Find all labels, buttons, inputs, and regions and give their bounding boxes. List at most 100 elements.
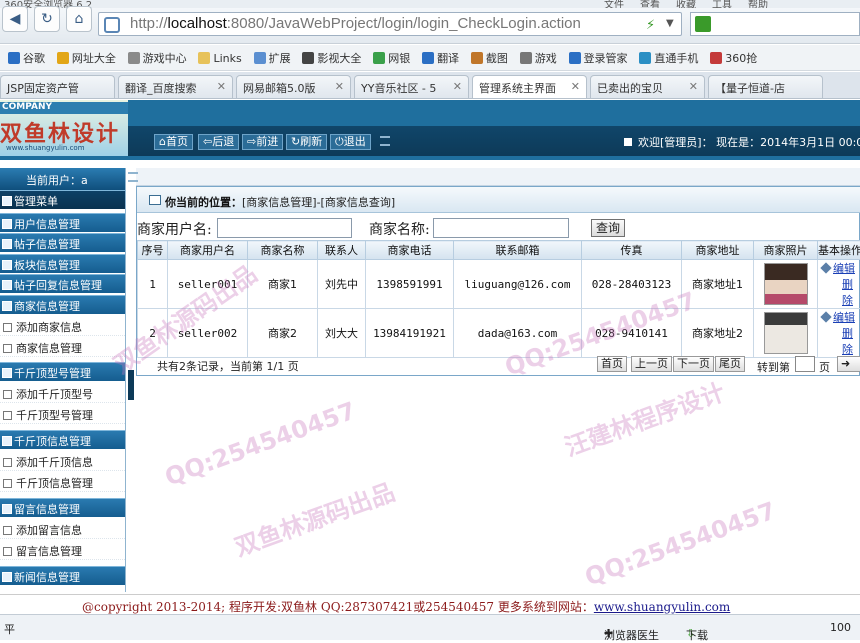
edit-link[interactable]: 编辑: [822, 260, 860, 276]
fav-games-center[interactable]: 游戏中心: [128, 50, 187, 66]
welcome-text: 欢迎[管理员]： 现在是：2014年3月1日 00:03: [624, 134, 860, 150]
header-toolbar: ⌂首页 ⇦后退 ⇨前进 ↻刷新 ⏻退出 欢迎[管理员]： 现在是：2014年3月…: [128, 126, 860, 156]
sidebar-item-manage-message[interactable]: 留言信息管理: [0, 540, 125, 560]
tab-bar: JSP固定资产管翻译_百度搜索✕网易邮箱5.0版✕YY音乐社区 - 5✕管理系统…: [0, 72, 860, 99]
pager: 共有2条记录，当前第 1/1 页 首页 上一页 下一页 尾页 转到第 页 ➜: [137, 353, 860, 375]
menu-lines-icon: [380, 136, 390, 146]
sidebar-group-board[interactable]: 板块信息管理: [0, 254, 125, 273]
lightning-icon[interactable]: ⚡: [646, 18, 655, 33]
sidebar-group-reply[interactable]: 帖子回复信息管理: [0, 274, 125, 293]
goto-page-input[interactable]: [795, 356, 815, 372]
logo-url: www.shuangyulin.com: [6, 144, 85, 152]
sidebar-item-add-jack-info[interactable]: 添加千斤顶信息: [0, 451, 125, 471]
fav-360[interactable]: 360抢: [710, 50, 757, 66]
back-arrow-icon: ◀: [10, 11, 21, 27]
watermark: 汪建林程序设计: [559, 372, 729, 462]
delete-link[interactable]: 删除: [822, 276, 860, 308]
logout-button[interactable]: ⏻退出: [330, 134, 371, 150]
tab-3[interactable]: YY音乐社区 - 5✕: [354, 75, 469, 99]
cell-phone: 13984191921: [366, 309, 454, 358]
browser-title-bar: 360安全浏览器 6.2 文件 查看 收藏 工具 帮助: [0, 0, 860, 8]
goto-label: 转到第: [757, 359, 790, 375]
username-input[interactable]: [217, 218, 352, 238]
sidebar-group-jack-model[interactable]: 千斤顶型号管理: [0, 362, 125, 381]
fav-extensions[interactable]: 扩展: [254, 50, 291, 66]
last-page-button[interactable]: 尾页: [715, 356, 745, 372]
sidebar-group-user[interactable]: 用户信息管理: [0, 213, 125, 232]
prev-page-button[interactable]: 上一页: [631, 356, 672, 372]
refresh-nav-button[interactable]: ↻刷新: [286, 134, 327, 150]
fav-phone[interactable]: 直通手机: [639, 50, 698, 66]
back-nav-button[interactable]: ⇦后退: [198, 134, 239, 150]
close-icon[interactable]: ✕: [335, 80, 344, 93]
next-page-button[interactable]: 下一页: [673, 356, 714, 372]
search-box[interactable]: [690, 12, 860, 36]
url-dropdown-icon[interactable]: ▼: [666, 18, 674, 29]
tab-6[interactable]: 【量子恒道-店: [708, 75, 823, 99]
col-photo: 商家照片: [754, 241, 818, 260]
zoom-level[interactable]: 100: [830, 621, 851, 634]
edit-link[interactable]: 编辑: [822, 309, 860, 325]
table-row: 2 seller002 商家2 刘大大 13984191921 dada@163…: [138, 309, 860, 358]
close-icon[interactable]: ✕: [453, 80, 462, 93]
fav-google[interactable]: 谷歌: [8, 50, 45, 66]
tab-0[interactable]: JSP固定资产管: [0, 75, 115, 99]
sidebar-item-add-seller[interactable]: 添加商家信息: [0, 316, 125, 336]
sidebar-group-post[interactable]: 帖子信息管理: [0, 233, 125, 252]
close-icon[interactable]: ✕: [217, 80, 226, 93]
go-button[interactable]: ➜: [837, 356, 860, 372]
home-button[interactable]: ⌂: [66, 6, 92, 32]
sidebar-item-manage-seller[interactable]: 商家信息管理: [0, 337, 125, 357]
cell-fax: 028-9410141: [582, 309, 682, 358]
sidebar-group-message[interactable]: 留言信息管理: [0, 498, 125, 517]
sidebar-group-seller[interactable]: 商家信息管理: [0, 295, 125, 314]
close-icon[interactable]: ✕: [689, 80, 698, 93]
tab-4[interactable]: 管理系统主界面✕: [472, 75, 587, 99]
sidebar-group-jack-info[interactable]: 千斤顶信息管理: [0, 430, 125, 449]
fav-bank[interactable]: 网银: [373, 50, 410, 66]
sidebar-item-add-jack-model[interactable]: 添加千斤顶型号: [0, 383, 125, 403]
query-button[interactable]: 查询: [591, 219, 625, 237]
url-prefix: http://: [130, 15, 168, 32]
sidebar-item-manage-jack-model[interactable]: 千斤顶型号管理: [0, 404, 125, 424]
sidebar-group-news[interactable]: 新闻信息管理: [0, 566, 125, 585]
watermark: QQ:254540457: [161, 397, 359, 492]
seller-name-input[interactable]: [433, 218, 569, 238]
fav-video[interactable]: 影视大全: [302, 50, 361, 66]
sidebar-item-manage-jack-info[interactable]: 千斤顶信息管理: [0, 472, 125, 492]
copyright-text: @copyright 2013-2014; 程序开发:双鱼林 QQ:287307…: [82, 600, 594, 614]
sidebar: 当前用户：a 管理菜单 用户信息管理 帖子信息管理 板块信息管理 帖子回复信息管…: [0, 168, 125, 592]
fav-screenshot[interactable]: 截图: [471, 50, 508, 66]
back-button[interactable]: ◀: [2, 6, 28, 32]
current-user-label: 当前用户：a: [26, 174, 88, 187]
url-host: localhost: [168, 15, 227, 32]
fav-sites[interactable]: 网址大全: [57, 50, 116, 66]
watermark: 双鱼林源码出品: [229, 472, 399, 562]
breadcrumb: 你当前的位置：[商家信息管理]-[商家信息查询]: [137, 187, 860, 213]
first-page-button[interactable]: 首页: [597, 356, 627, 372]
tab-1[interactable]: 翻译_百度搜索✕: [118, 75, 233, 99]
tab-5[interactable]: 已卖出的宝贝✕: [590, 75, 705, 99]
refresh-icon: ↻: [41, 11, 53, 27]
cell-no: 2: [138, 309, 168, 358]
url-text[interactable]: http://localhost:8080/JavaWebProject/log…: [130, 15, 581, 32]
close-icon[interactable]: ✕: [571, 80, 580, 93]
pencil-icon: [820, 311, 831, 322]
sidebar-toggle[interactable]: [128, 370, 134, 400]
location-label: 你当前的位置：: [165, 196, 242, 209]
home-nav-button[interactable]: ⌂首页: [154, 134, 193, 150]
sidebar-item-add-message[interactable]: 添加留言信息: [0, 519, 125, 539]
fav-games[interactable]: 游戏: [520, 50, 557, 66]
search-form: 商家用户名: 商家名称: 查询: [137, 217, 860, 239]
search-engine-icon[interactable]: [695, 16, 711, 32]
site-link[interactable]: www.shuangyulin.com: [594, 600, 730, 614]
refresh-button[interactable]: ↻: [34, 6, 60, 32]
tab-2[interactable]: 网易邮箱5.0版✕: [236, 75, 351, 99]
fav-links[interactable]: Links: [198, 52, 241, 65]
fav-translate[interactable]: 翻译: [422, 50, 459, 66]
forward-nav-button[interactable]: ⇨前进: [242, 134, 283, 150]
menu-lines-icon: [128, 172, 138, 182]
fav-login-manager[interactable]: 登录管家: [569, 50, 628, 66]
content-toolbar: [136, 168, 860, 186]
menu-title: 管理菜单: [0, 190, 125, 209]
